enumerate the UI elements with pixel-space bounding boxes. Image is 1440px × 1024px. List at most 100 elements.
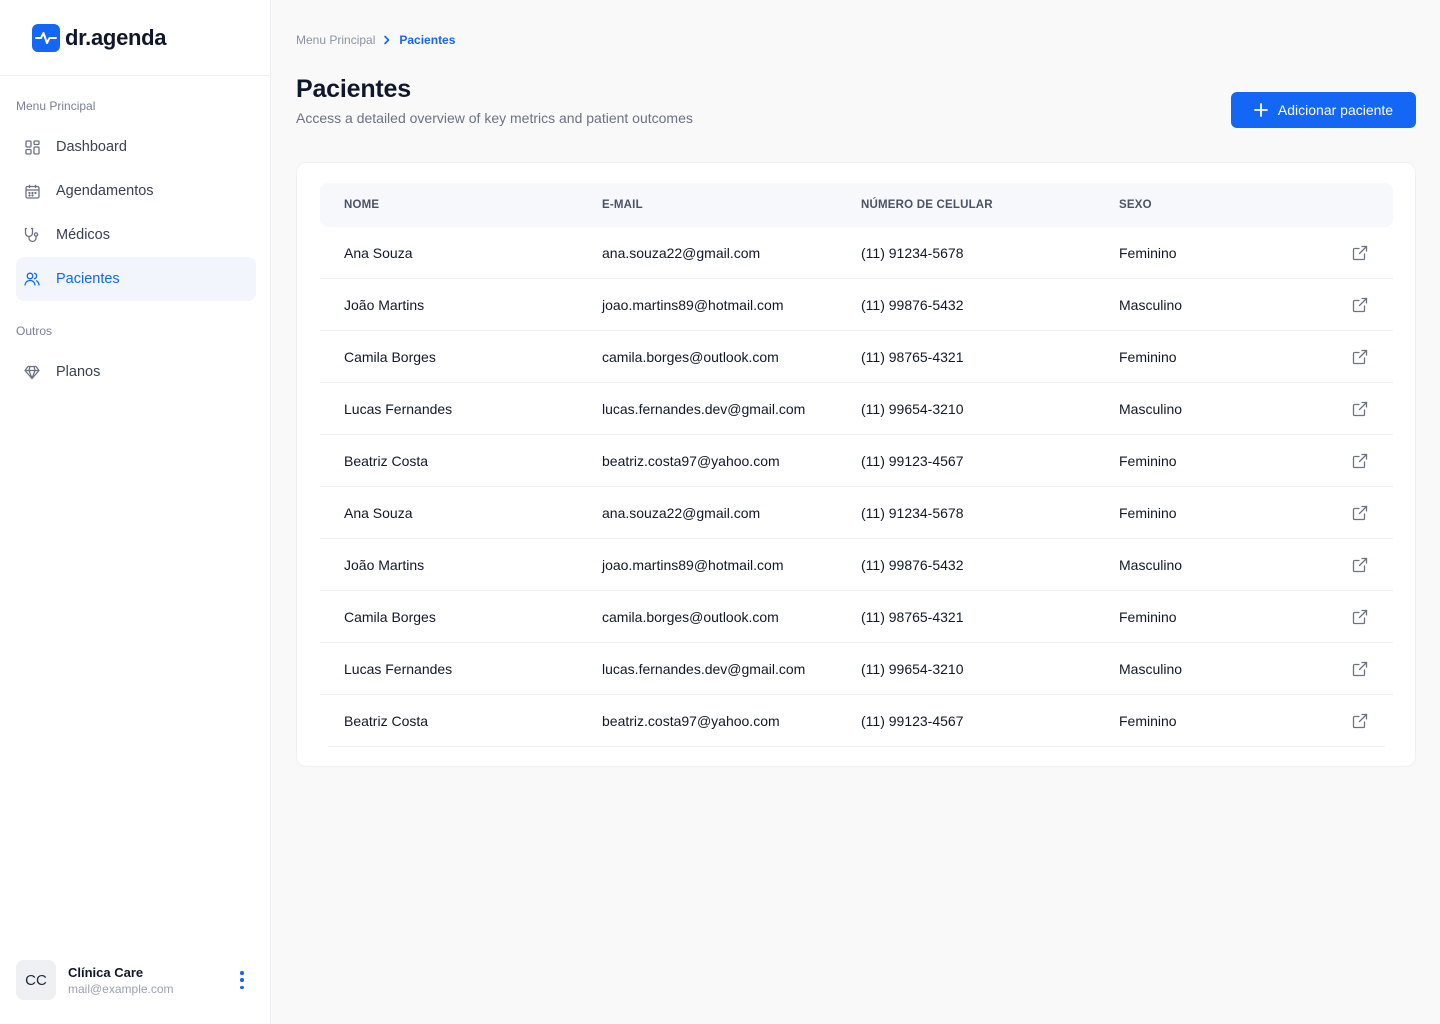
- sidebar-item-label: Médicos: [56, 227, 110, 243]
- patient-name: Camila Borges: [344, 349, 436, 365]
- section-label-other: Outros: [16, 324, 53, 338]
- patient-email: beatriz.costa97@yahoo.com: [602, 713, 780, 729]
- patient-name: Lucas Fernandes: [344, 661, 453, 677]
- avatar: CC: [16, 960, 56, 1000]
- patient-name: Beatriz Costa: [344, 453, 429, 469]
- brand-logo[interactable]: dr.agenda: [0, 0, 270, 76]
- sidebar-item-label: Pacientes: [56, 271, 120, 287]
- patient-email: lucas.fernandes.dev@gmail.com: [602, 401, 806, 417]
- patient-phone: (11) 91234-5678: [861, 505, 964, 521]
- sidebar-item-pacientes[interactable]: Pacientes: [16, 257, 256, 301]
- patient-phone: (11) 99654-3210: [861, 401, 964, 417]
- sidebar-item-label: Dashboard: [56, 139, 127, 155]
- user-info: Clínica Care mail@example.com: [68, 965, 174, 996]
- patient-name: Camila Borges: [344, 609, 436, 625]
- sidebar: dr.agenda Menu Principal Dashboard Agend…: [0, 0, 271, 1024]
- external-link-icon[interactable]: [1352, 609, 1368, 625]
- breadcrumb-current: Pacientes: [399, 33, 456, 47]
- patient-sex: Feminino: [1119, 713, 1177, 729]
- patient-phone: (11) 99123-4567: [861, 453, 964, 469]
- patient-phone: (11) 99123-4567: [861, 713, 964, 729]
- patient-email: ana.souza22@gmail.com: [602, 505, 761, 521]
- more-options-icon[interactable]: [234, 971, 250, 989]
- stethoscope-icon: [24, 227, 40, 243]
- table-row[interactable]: Ana Souza ana.souza22@gmail.com (11) 91234…: [320, 487, 1393, 539]
- table-row[interactable]: Camila Borges camila.borges@outlook.com (1…: [320, 591, 1393, 643]
- patient-email: camila.borges@outlook.com: [602, 349, 779, 365]
- chevron-right-icon: [383, 35, 391, 45]
- breadcrumb-root[interactable]: Menu Principal: [296, 33, 375, 47]
- sidebar-item-dashboard[interactable]: Dashboard: [16, 125, 256, 169]
- calendar-icon: [24, 183, 40, 199]
- column-header-name[interactable]: NOME: [344, 199, 379, 211]
- add-patient-button[interactable]: Adicionar paciente: [1231, 92, 1416, 128]
- external-link-icon[interactable]: [1352, 401, 1368, 417]
- user-name: Clínica Care: [68, 964, 144, 980]
- main-nav: Dashboard Agendamentos Médicos Pacientes: [16, 125, 256, 301]
- patient-sex: Masculino: [1119, 297, 1183, 313]
- patient-name: Lucas Fernandes: [344, 401, 453, 417]
- external-link-icon[interactable]: [1352, 661, 1368, 677]
- plus-icon: [1254, 103, 1268, 117]
- patient-email: ana.souza22@gmail.com: [602, 245, 761, 261]
- external-link-icon[interactable]: [1352, 505, 1368, 521]
- sidebar-item-agendamentos[interactable]: Agendamentos: [16, 169, 256, 213]
- column-header-email[interactable]: E-MAIL: [602, 199, 643, 211]
- brand-name: dr.agenda: [65, 24, 167, 50]
- patient-sex: Masculino: [1119, 661, 1183, 677]
- patient-sex: Feminino: [1119, 349, 1177, 365]
- patient-phone: (11) 98765-4321: [861, 609, 964, 625]
- table-row[interactable]: João Martins joao.martins89@hotmail.com (1…: [320, 279, 1393, 331]
- table-row[interactable]: Ana Souza ana.souza22@gmail.com (11) 91234…: [320, 227, 1393, 279]
- sidebar-item-medicos[interactable]: Médicos: [16, 213, 256, 257]
- patient-name: João Martins: [344, 557, 425, 573]
- column-header-phone[interactable]: NÚMERO DE CELULAR: [861, 199, 993, 211]
- table-row[interactable]: Beatriz Costa beatriz.costa97@yahoo.com (1…: [320, 435, 1393, 487]
- column-header-sex[interactable]: SEXO: [1119, 199, 1152, 211]
- patient-sex: Feminino: [1119, 453, 1177, 469]
- patients-table-card: NOME E-MAIL NÚMERO DE CELULAR SEXO Ana S…: [296, 162, 1416, 767]
- sidebar-item-label: Planos: [56, 364, 101, 380]
- sidebar-item-label: Agendamentos: [56, 183, 154, 199]
- table-header: NOME E-MAIL NÚMERO DE CELULAR SEXO: [320, 183, 1393, 227]
- table-row[interactable]: Lucas Fernandes lucas.fernandes.dev@gmail…: [320, 643, 1393, 695]
- other-nav: Planos: [16, 350, 256, 394]
- patient-email: joao.martins89@hotmail.com: [602, 557, 784, 573]
- external-link-icon[interactable]: [1352, 349, 1368, 365]
- patient-name: Ana Souza: [344, 505, 413, 521]
- table-row[interactable]: Lucas Fernandes lucas.fernandes.dev@gmail…: [320, 383, 1393, 435]
- patient-phone: (11) 99876-5432: [861, 557, 964, 573]
- patient-name: Beatriz Costa: [344, 713, 429, 729]
- table-row[interactable]: Camila Borges camila.borges@outlook.com (1…: [320, 331, 1393, 383]
- section-label-main: Menu Principal: [16, 99, 96, 113]
- dashboard-icon: [24, 139, 40, 155]
- patient-email: camila.borges@outlook.com: [602, 609, 779, 625]
- page-subtitle: Access a detailed overview of key metric…: [296, 110, 693, 126]
- sidebar-item-planos[interactable]: Planos: [16, 350, 256, 394]
- patient-sex: Masculino: [1119, 557, 1183, 573]
- patient-name: João Martins: [344, 297, 425, 313]
- users-icon: [24, 271, 40, 287]
- external-link-icon[interactable]: [1352, 297, 1368, 313]
- diamond-icon: [24, 364, 40, 380]
- external-link-icon[interactable]: [1352, 245, 1368, 261]
- table-row[interactable]: João Martins joao.martins89@hotmail.com (1…: [320, 539, 1393, 591]
- external-link-icon[interactable]: [1352, 557, 1368, 573]
- user-profile[interactable]: CC Clínica Care mail@example.com: [16, 960, 260, 1000]
- patient-phone: (11) 99654-3210: [861, 661, 964, 677]
- page-title: Pacientes: [296, 75, 411, 103]
- patient-name: Ana Souza: [344, 245, 413, 261]
- user-email: mail@example.com: [68, 981, 174, 996]
- patient-phone: (11) 98765-4321: [861, 349, 964, 365]
- patient-email: beatriz.costa97@yahoo.com: [602, 453, 780, 469]
- table-row[interactable]: Beatriz Costa beatriz.costa97@yahoo.com (1…: [328, 695, 1385, 747]
- patient-email: lucas.fernandes.dev@gmail.com: [602, 661, 806, 677]
- patient-sex: Feminino: [1119, 505, 1177, 521]
- table-body: Ana Souza ana.souza22@gmail.com (11) 91234…: [320, 227, 1393, 747]
- external-link-icon[interactable]: [1352, 713, 1368, 729]
- patient-email: joao.martins89@hotmail.com: [602, 297, 784, 313]
- breadcrumb: Menu Principal Pacientes: [296, 33, 455, 47]
- patient-phone: (11) 91234-5678: [861, 245, 964, 261]
- patient-sex: Feminino: [1119, 609, 1177, 625]
- external-link-icon[interactable]: [1352, 453, 1368, 469]
